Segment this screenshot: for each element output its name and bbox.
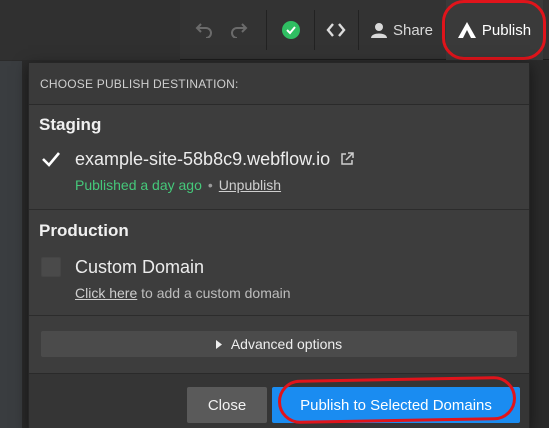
code-button[interactable] [316, 0, 356, 60]
advanced-options-label: Advanced options [230, 336, 343, 352]
undo-icon [195, 23, 212, 38]
webflow-publish-icon [457, 22, 476, 38]
publish-button[interactable]: Publish [446, 0, 543, 60]
publish-label: Publish [481, 21, 532, 39]
staging-title: Staging [39, 115, 102, 134]
close-button[interactable]: Close [187, 387, 267, 423]
share-button[interactable]: Share [362, 0, 442, 60]
external-link-icon[interactable] [340, 152, 354, 166]
dialog-header: CHOOSE PUBLISH DESTINATION: [29, 63, 529, 105]
checkmark-icon [42, 152, 60, 167]
staging-status-line: Published a day ago • Unpublish [75, 177, 281, 193]
unpublish-link[interactable]: Unpublish [219, 177, 281, 193]
toolbar-divider [314, 10, 315, 50]
staging-domain: example-site-58b8c9.webflow.io [75, 148, 331, 169]
canvas-background [530, 61, 549, 428]
toolbar-divider [358, 10, 359, 50]
check-circle-icon [282, 21, 300, 39]
undo-button[interactable] [189, 0, 219, 60]
dialog-footer: Close Publish to Selected Domains [29, 373, 529, 428]
caret-right-icon [215, 339, 222, 349]
publish-dialog: CHOOSE PUBLISH DESTINATION: Staging exam… [28, 62, 530, 428]
code-icon [326, 23, 346, 37]
toolbar-divider [266, 10, 267, 50]
published-status: Published a day ago [75, 177, 202, 193]
custom-domain-label: Custom Domain [75, 256, 205, 277]
user-icon [370, 23, 387, 38]
redo-icon [231, 23, 248, 38]
advanced-options-toggle[interactable]: Advanced options [41, 331, 517, 357]
publish-selected-domains-button[interactable]: Publish to Selected Domains [272, 387, 520, 423]
site-status-button[interactable] [270, 0, 312, 60]
production-title: Production [39, 221, 129, 240]
staging-checkbox[interactable] [41, 149, 61, 169]
separator-dot: • [207, 177, 213, 193]
toolbar-left-area [0, 0, 180, 60]
staging-domain-row[interactable]: example-site-58b8c9.webflow.io [41, 148, 354, 170]
canvas-background [0, 61, 22, 428]
production-domain-row[interactable]: Custom Domain [41, 256, 204, 278]
top-toolbar: Share Publish [0, 0, 549, 60]
add-domain-link[interactable]: Click here [75, 285, 137, 301]
redo-button[interactable] [224, 0, 254, 60]
custom-domain-hint: Click here to add a custom domain [75, 285, 291, 301]
share-label: Share [392, 21, 434, 39]
section-divider [29, 209, 529, 210]
production-checkbox[interactable] [41, 257, 61, 277]
section-divider [29, 315, 529, 316]
add-domain-hint-text: to add a custom domain [137, 285, 291, 301]
